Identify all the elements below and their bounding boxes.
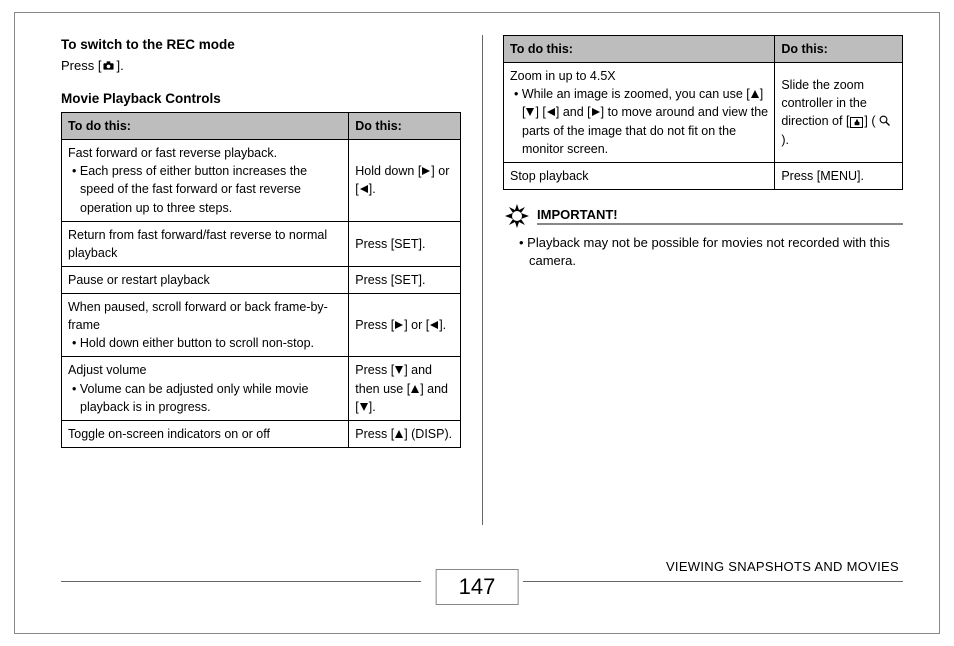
heading-rec-mode: To switch to the REC mode [61, 37, 461, 52]
sub-text: While an image is zoomed, you can use [ [522, 87, 750, 101]
cell-task: Pause or restart playback [62, 266, 349, 293]
cell-task: Return from fast forward/fast reverse to… [62, 221, 349, 266]
left-triangle-icon [359, 184, 369, 194]
cell-action: Hold down [] or []. [349, 140, 461, 222]
up-triangle-icon [750, 89, 760, 99]
cell-task: When paused, scroll forward or back fram… [62, 294, 349, 357]
content-columns: To switch to the REC mode Press [ ]. Mov… [61, 35, 903, 555]
row-text: Adjust volume [68, 363, 147, 377]
action-text: ] or [ [404, 318, 429, 332]
table-row: Stop playback Press [MENU]. [504, 162, 903, 189]
table-row: Fast forward or fast reverse playback. E… [62, 140, 461, 222]
table-header-row: To do this: Do this: [504, 36, 903, 63]
press-instruction: Press [ ]. [61, 58, 461, 73]
row-sub: Volume can be adjusted only while movie … [68, 380, 342, 416]
action-text: Press [ [355, 427, 394, 441]
magnifier-icon [879, 115, 891, 127]
page-footer: VIEWING SNAPSHOTS AND MOVIES 147 [51, 575, 903, 627]
footer-rule-right [523, 581, 903, 582]
action-text: ]. [439, 318, 446, 332]
table-row: When paused, scroll forward or back fram… [62, 294, 461, 357]
row-text: Fast forward or fast reverse playback. [68, 146, 277, 160]
table-row: Zoom in up to 4.5X While an image is zoo… [504, 63, 903, 163]
right-triangle-icon [591, 107, 601, 117]
cell-action: Press [] and then use [] and []. [349, 357, 461, 420]
action-text: ] (DISP). [404, 427, 452, 441]
controls-table-right: To do this: Do this: Zoom in up to 4.5X … [503, 35, 903, 190]
th-action: Do this: [775, 36, 903, 63]
page-number: 147 [436, 569, 519, 605]
action-text: ] ( [864, 114, 879, 128]
press-suffix: ]. [116, 58, 123, 73]
down-triangle-icon [525, 107, 535, 117]
action-text: then use [ [355, 382, 410, 396]
table-header-row: To do this: Do this: [62, 113, 461, 140]
down-triangle-icon [359, 402, 369, 412]
cell-task: Zoom in up to 4.5X While an image is zoo… [504, 63, 775, 163]
zoom-tele-icon [850, 117, 863, 128]
column-divider [482, 35, 483, 525]
cell-task: Adjust volume Volume can be adjusted onl… [62, 357, 349, 420]
cell-task: Toggle on-screen indicators on or off [62, 420, 349, 447]
row-text: When paused, scroll forward or back fram… [68, 300, 328, 332]
action-text: ]. [369, 400, 376, 414]
th-action: Do this: [349, 113, 461, 140]
cell-action: Press [ ] or []. [349, 294, 461, 357]
left-triangle-icon [429, 320, 439, 330]
right-triangle-icon [394, 320, 404, 330]
footer-section-title: VIEWING SNAPSHOTS AND MOVIES [666, 559, 899, 574]
camera-icon [103, 58, 114, 73]
cell-action: Slide the zoom controller in the directi… [775, 63, 903, 163]
row-sub: Each press of either button increases th… [68, 162, 342, 216]
right-column: To do this: Do this: Zoom in up to 4.5X … [503, 35, 903, 555]
up-triangle-icon [410, 384, 420, 394]
important-heading: IMPORTANT! [505, 204, 903, 228]
table-row: Adjust volume Volume can be adjusted onl… [62, 357, 461, 420]
action-text: ). [781, 133, 789, 147]
page-frame: To switch to the REC mode Press [ ]. Mov… [14, 12, 940, 634]
footer-rule-left [61, 581, 421, 582]
up-triangle-icon [394, 429, 404, 439]
cell-task: Stop playback [504, 162, 775, 189]
cell-action: Press [SET]. [349, 221, 461, 266]
sub-text: ] [ [535, 105, 545, 119]
th-task: To do this: [62, 113, 349, 140]
action-text: Hold down [ [355, 164, 421, 178]
table-row: Return from fast forward/fast reverse to… [62, 221, 461, 266]
right-triangle-icon [421, 166, 431, 176]
cell-action: Press [MENU]. [775, 162, 903, 189]
cell-task: Fast forward or fast reverse playback. E… [62, 140, 349, 222]
heading-playback-controls: Movie Playback Controls [61, 91, 461, 106]
row-sub: Hold down either button to scroll non-st… [68, 334, 342, 352]
important-note: Playback may not be possible for movies … [529, 234, 903, 270]
row-text: Zoom in up to 4.5X [510, 69, 616, 83]
controls-table-left: To do this: Do this: Fast forward or fas… [61, 112, 461, 448]
action-text: ]. [369, 182, 376, 196]
cell-action: Press [SET]. [349, 266, 461, 293]
table-row: Toggle on-screen indicators on or off Pr… [62, 420, 461, 447]
down-triangle-icon [394, 365, 404, 375]
left-column: To switch to the REC mode Press [ ]. Mov… [61, 35, 461, 555]
burst-icon [505, 204, 529, 228]
left-triangle-icon [546, 107, 556, 117]
action-text: ] and [404, 363, 432, 377]
action-text: Press [ [355, 363, 394, 377]
th-task: To do this: [504, 36, 775, 63]
press-prefix: Press [ [61, 58, 101, 73]
table-row: Pause or restart playback Press [SET]. [62, 266, 461, 293]
action-text: Press [ [355, 318, 394, 332]
row-sub: While an image is zoomed, you can use []… [510, 85, 768, 158]
important-label: IMPORTANT! [537, 207, 903, 225]
cell-action: Press [ ] (DISP). [349, 420, 461, 447]
sub-text: ] and [ [556, 105, 591, 119]
